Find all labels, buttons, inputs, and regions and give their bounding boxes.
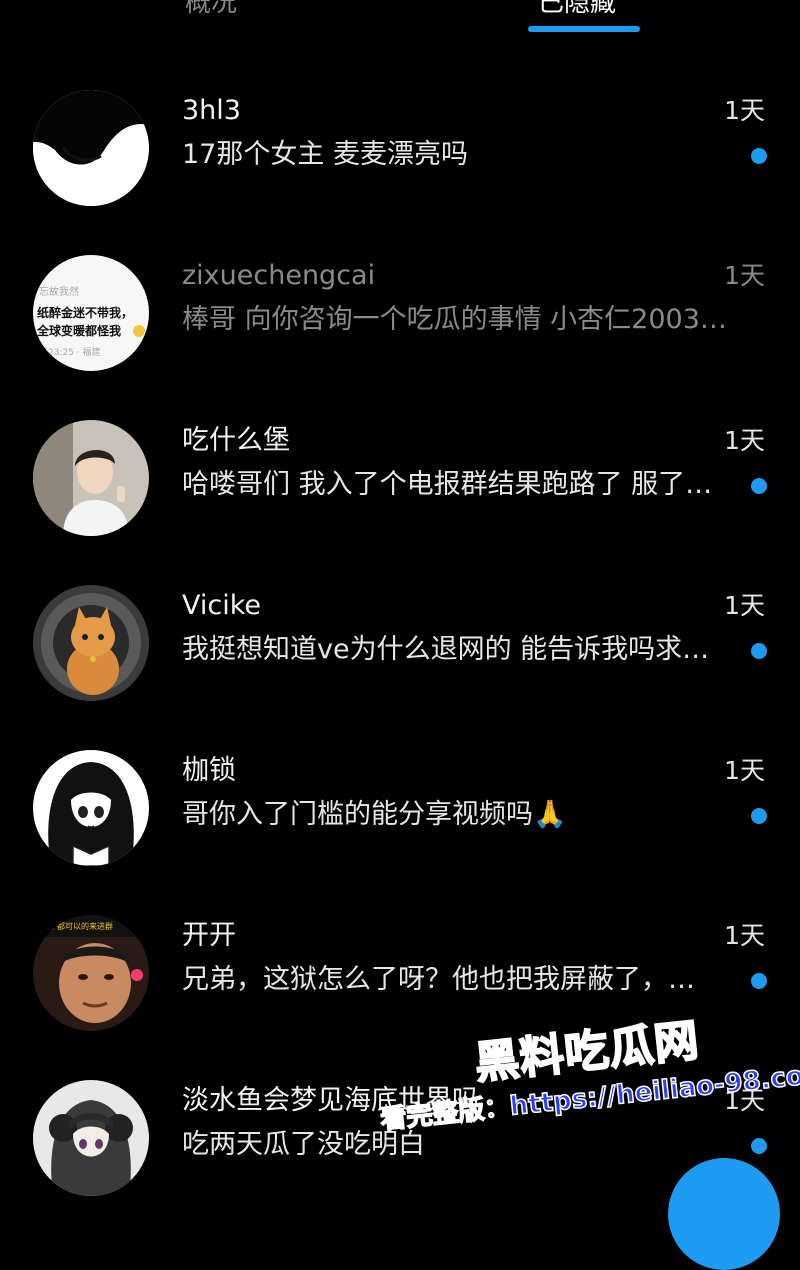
avatar-banner-text: 扩子都可以的来进群 — [41, 921, 113, 931]
conversation-preview: 17那个女主 麦麦漂亮吗 — [182, 139, 468, 170]
conversation-time: 1天 — [724, 1086, 765, 1115]
conversation-time: 1天 — [724, 261, 765, 290]
avatar[interactable]: 扩子都可以的来进群 — [33, 915, 149, 1031]
avatar[interactable] — [33, 750, 149, 866]
avatar-text-time: 天23:25 · 福建 — [39, 346, 101, 358]
unread-indicator — [751, 478, 767, 494]
conversation-preview: 哈喽哥们 我入了个电报群结果跑路了 服了… — [182, 469, 713, 500]
conversation-time: 1天 — [724, 591, 765, 620]
top-tab-bar: 概况 已隐藏 — [0, 0, 800, 60]
avatar[interactable] — [33, 90, 149, 206]
conversation-name: zixuechengcai — [182, 260, 376, 291]
conversation-name: 淡水鱼会梦见海底世界吗 — [182, 1085, 479, 1116]
avatar[interactable] — [33, 420, 149, 536]
conversation-name: 3hl3 — [182, 95, 241, 126]
new-message-button[interactable] — [668, 1158, 780, 1270]
conversation-item[interactable]: 扩子都可以的来进群 开开 1天 兄弟，这狱怎么了呀？他也把我屏蔽了，… — [0, 907, 800, 1072]
conversation-item[interactable]: 忘故我然 纸醉金迷不带我， 全球变暖都怪我 天23:25 · 福建 zixuec… — [0, 247, 800, 412]
conversation-name: 开开 — [182, 920, 236, 951]
conversation-time: 1天 — [724, 756, 765, 785]
conversation-name: 吃什么堡 — [182, 425, 290, 456]
conversation-item[interactable]: Vicike 1天 我挺想知道ve为什么退网的 能告诉我吗求… — [0, 577, 800, 742]
conversation-time: 1天 — [724, 921, 765, 950]
avatar-text-line2: 全球变暖都怪我 — [36, 323, 121, 338]
avatar-text-line1: 纸醉金迷不带我， — [37, 305, 133, 320]
unread-indicator — [751, 973, 767, 989]
conversation-item[interactable]: 3hl3 1天 17那个女主 麦麦漂亮吗 — [0, 82, 800, 247]
conversation-list: 3hl3 1天 17那个女主 麦麦漂亮吗 忘故我然 纸醉金迷不带我， 全球变暖都… — [0, 82, 800, 1237]
conversation-item[interactable]: 吃什么堡 1天 哈喽哥们 我入了个电报群结果跑路了 服了… — [0, 412, 800, 577]
conversation-preview: 兄弟，这狱怎么了呀？他也把我屏蔽了，… — [182, 964, 695, 995]
unread-indicator — [751, 643, 767, 659]
unread-indicator — [751, 1138, 767, 1154]
avatar[interactable]: 忘故我然 纸醉金迷不带我， 全球变暖都怪我 天23:25 · 福建 — [33, 255, 149, 371]
conversation-name: Vicike — [182, 590, 262, 621]
conversation-preview: 我挺想知道ve为什么退网的 能告诉我吗求… — [182, 634, 710, 665]
conversation-preview: 哥你入了门槛的能分享视频吗🙏 — [182, 799, 567, 830]
conversation-time: 1天 — [724, 96, 765, 125]
tab-hidden[interactable]: 已隐藏 — [538, 0, 616, 19]
avatar-text-small: 忘故我然 — [39, 285, 79, 298]
avatar[interactable] — [33, 1080, 149, 1196]
unread-indicator — [751, 148, 767, 164]
conversation-time: 1天 — [724, 426, 765, 455]
tab-overview[interactable]: 概况 — [185, 0, 237, 19]
conversation-name: 枷锁 — [182, 755, 236, 786]
avatar[interactable] — [33, 585, 149, 701]
conversation-item[interactable]: 枷锁 1天 哥你入了门槛的能分享视频吗🙏 — [0, 742, 800, 907]
conversation-preview: 吃两天瓜了没吃明白 — [182, 1129, 425, 1160]
conversation-preview: 棒哥 向你咨询一个吃瓜的事情 小杏仁2003… — [182, 304, 727, 335]
active-tab-indicator — [528, 26, 640, 32]
unread-indicator — [751, 808, 767, 824]
